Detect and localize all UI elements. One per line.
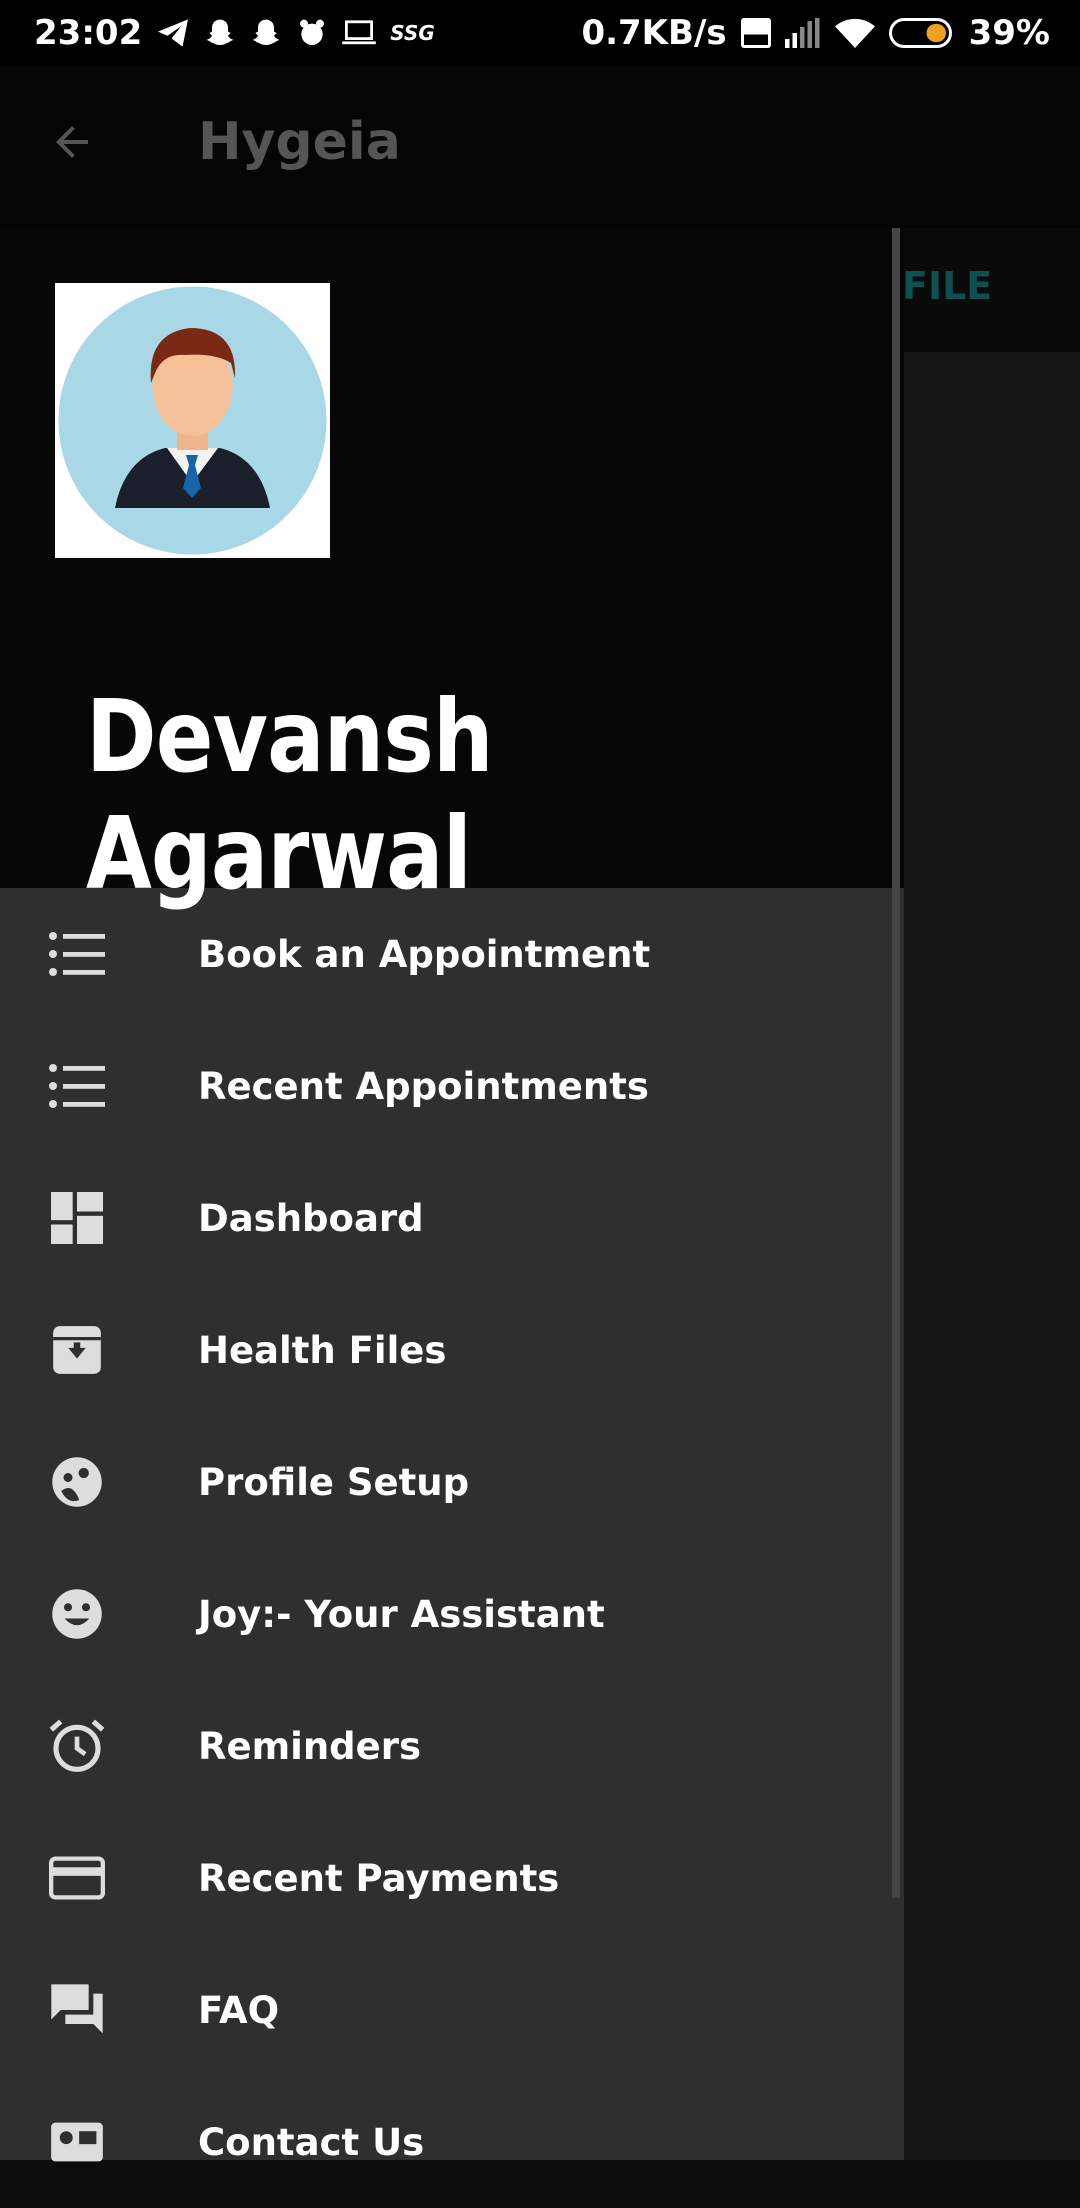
smile-icon: [48, 1585, 106, 1643]
menu-item-profile-setup[interactable]: Profile Setup: [0, 1416, 904, 1548]
back-arrow-icon[interactable]: [48, 118, 96, 170]
menu-item-contact-us[interactable]: Contact Us: [0, 2076, 904, 2208]
menu-item-label: FAQ: [198, 1988, 280, 2032]
app-title: Hygeia: [198, 112, 401, 172]
laptop-icon: [342, 19, 377, 47]
menu-item-book-appointment[interactable]: Book an Appointment: [0, 888, 904, 1020]
menu-item-health-files[interactable]: Health Files: [0, 1284, 904, 1416]
battery-icon: [888, 18, 955, 48]
tab-profile[interactable]: FILE: [902, 264, 992, 308]
menu-item-joy-assistant[interactable]: Joy:- Your Assistant: [0, 1548, 904, 1680]
archive-icon: [48, 1321, 106, 1379]
drawer-header: Devansh Agarwal: [0, 228, 904, 912]
menu-item-dashboard[interactable]: Dashboard: [0, 1152, 904, 1284]
notification-icon: [296, 17, 328, 49]
menu-item-reminders[interactable]: Reminders: [0, 1680, 904, 1812]
menu-item-label: Joy:- Your Assistant: [198, 1592, 605, 1636]
drawer-scrollbar[interactable]: [892, 228, 900, 1898]
contact-icon: [48, 2113, 106, 2171]
dashboard-icon: [48, 1189, 106, 1247]
volte-icon: [740, 18, 771, 48]
menu-item-label: Book an Appointment: [198, 932, 651, 976]
list-icon: [48, 1057, 106, 1115]
snapchat-icon: [204, 17, 236, 49]
menu-item-label: Health Files: [198, 1328, 447, 1372]
user-name: Devansh Agarwal: [86, 678, 493, 912]
menu-item-label: Dashboard: [198, 1196, 424, 1240]
forum-icon: [48, 1981, 106, 2039]
navigation-drawer: Devansh Agarwal Book an Appointment Rece…: [0, 228, 904, 2164]
menu-item-label: Recent Appointments: [198, 1064, 649, 1108]
menu-item-label: Recent Payments: [198, 1856, 560, 1900]
face-icon: [48, 1453, 106, 1511]
avatar: [55, 283, 330, 558]
snapchat-icon: [250, 17, 282, 49]
credit-card-icon: [48, 1849, 106, 1907]
network-speed: 0.7KB/s: [581, 13, 727, 53]
signal-icon: [784, 18, 821, 48]
list-icon: [48, 925, 106, 983]
drawer-menu: Book an Appointment Recent Appointments …: [0, 888, 904, 2208]
status-right: 0.7KB/s 39%: [581, 13, 1050, 53]
menu-item-label: Reminders: [198, 1724, 422, 1768]
menu-item-faq[interactable]: FAQ: [0, 1944, 904, 2076]
status-left: 23:02 SSG: [34, 13, 435, 53]
battery-percent: 39%: [968, 13, 1050, 53]
alarm-icon: [48, 1717, 106, 1775]
status-bar: 23:02 SSG 0.7KB/s 39%: [0, 0, 1080, 66]
menu-item-recent-appointments[interactable]: Recent Appointments: [0, 1020, 904, 1152]
status-time: 23:02: [34, 13, 143, 53]
menu-item-recent-payments[interactable]: Recent Payments: [0, 1812, 904, 1944]
menu-item-label: Profile Setup: [198, 1460, 470, 1504]
app-bar: Hygeia: [0, 66, 1080, 228]
menu-item-label: Contact Us: [198, 2120, 425, 2164]
ssg-label: SSG: [390, 21, 435, 45]
wifi-icon: [834, 18, 875, 48]
telegram-icon: [156, 18, 190, 48]
